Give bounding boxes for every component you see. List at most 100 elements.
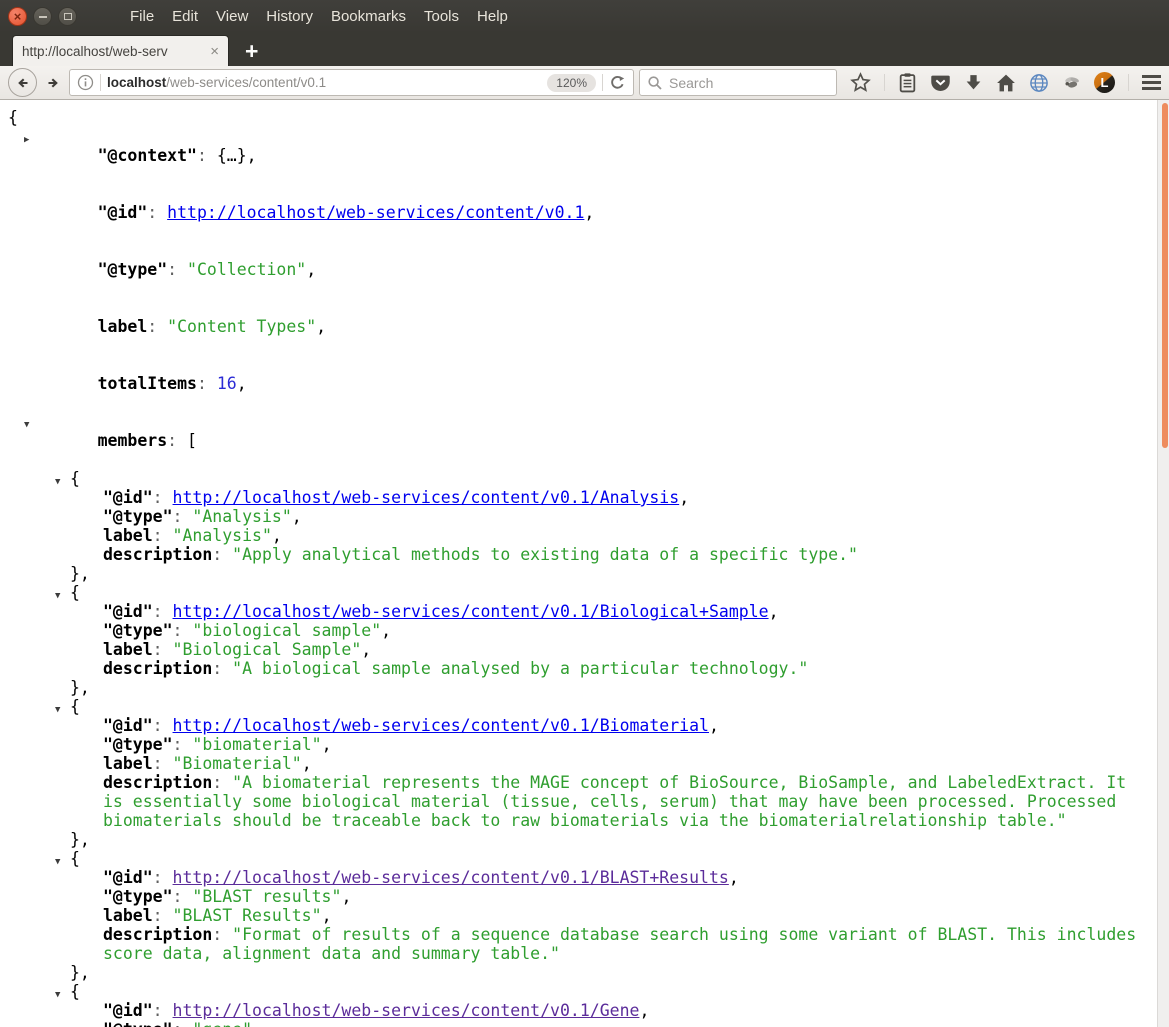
expand-icon[interactable]: ▶ [24,131,29,150]
l-extension-button[interactable]: L [1094,72,1115,93]
member-label-row: label: "Biological Sample", [103,640,372,659]
menu-tools[interactable]: Tools [415,8,468,25]
browser-tab[interactable]: http://localhost/web-serv × [12,35,229,66]
toolbar-separator [884,74,885,91]
member-open-row: ▼{ [8,469,1141,488]
window-maximize-icon [63,13,72,20]
member-close-row: }, [70,564,90,583]
member-label-row: label: "BLAST Results", [103,906,332,925]
json-string: "BLAST results" [192,887,342,906]
menu-help[interactable]: Help [468,8,517,25]
member-close-row: }, [70,963,90,982]
json-key: "@type" [97,260,168,279]
member-id-link[interactable]: http://localhost/web-services/content/v0… [173,1001,640,1020]
member-id-row: "@id": http://localhost/web-services/con… [103,1001,650,1020]
forward-arrow-icon [48,77,58,88]
back-button[interactable] [8,68,37,97]
members-row: ▼ members: [ [8,412,1141,469]
tab-bar: http://localhost/web-serv × + [0,33,1169,66]
member-id-row: "@id": http://localhost/web-services/con… [103,602,779,621]
search-input[interactable] [669,74,799,91]
menu-edit[interactable]: Edit [163,8,207,25]
context-row: ▶ "@context": {…}, [8,127,1141,184]
menu-history[interactable]: History [257,8,322,25]
member-id-link[interactable]: http://localhost/web-services/content/v0… [173,602,769,621]
collapse-icon[interactable]: ▼ [24,416,29,435]
reload-button[interactable] [609,74,626,91]
json-key: "@id" [103,602,153,621]
menu-button[interactable] [1142,73,1161,92]
window-close-icon: × [13,9,22,24]
member-open-row: ▼{ [8,982,1141,1001]
json-key: description [103,545,213,564]
json-string: "A biomaterial represents the MAGE conce… [103,773,1137,830]
menu-bookmarks[interactable]: Bookmarks [322,8,415,25]
json-key: "@type" [103,507,173,526]
pocket-button[interactable] [930,72,951,93]
urlbar-separator-2 [602,74,603,91]
json-key: "@type" [103,1020,173,1027]
member-close-row: }, [70,830,90,849]
window-close-button[interactable]: × [8,7,27,26]
forward-button[interactable] [42,68,64,97]
window-minimize-button[interactable] [33,7,52,26]
json-key: "@id" [103,1001,153,1020]
window-maximize-button[interactable] [58,7,77,26]
json-key: description [103,925,213,944]
collapsed-object[interactable]: {…} [217,146,247,165]
json-key: "@id" [97,203,148,222]
total-items-row: totalItems: 16, [97,374,247,393]
json-string: "Biomaterial" [172,754,302,773]
member-description-row: description: "A biological sample analys… [103,659,809,678]
member-id-link[interactable]: http://localhost/web-services/content/v0… [173,488,680,507]
url-bar[interactable]: localhost/web-services/content/v0.1 120% [69,69,634,96]
page-info-icon[interactable] [77,74,94,91]
member-id-link[interactable]: http://localhost/web-services/content/v0… [173,716,709,735]
member-open-row: ▼{ [8,849,1141,868]
json-string: "biological sample" [192,621,382,640]
member-open-row: ▼{ [8,697,1141,716]
json-string: "Content Types" [167,317,317,336]
home-button[interactable] [996,73,1016,93]
json-key: "@type" [103,887,173,906]
scrollbar-thumb[interactable] [1162,103,1168,448]
globe-extension-button[interactable] [1029,73,1049,93]
json-string: "Biological Sample" [172,640,362,659]
member-type-row: "@type": "Analysis", [103,507,302,526]
menu-view[interactable]: View [207,8,257,25]
l-extension-icon: L [1100,75,1109,90]
bookmarks-list-button[interactable] [898,72,917,93]
json-string: "A biological sample analysed by a parti… [232,659,809,678]
root-label-row: label: "Content Types", [97,317,327,336]
download-button[interactable] [964,73,983,92]
search-icon [648,75,662,90]
json-viewer: { ▶ "@context": {…}, "@id": http://localh… [0,100,1155,1027]
json-key: "@type" [103,621,173,640]
json-key: "@type" [103,735,173,754]
menu-file[interactable]: File [121,8,163,25]
menu-list: File Edit View History Bookmarks Tools H… [121,8,517,25]
search-box[interactable] [639,69,837,96]
member-type-row: "@type": "biological sample", [103,621,392,640]
new-tab-button[interactable]: + [245,40,258,63]
json-string: "Format of results of a sequence databas… [103,925,1147,963]
member-id-link[interactable]: http://localhost/web-services/content/v0… [173,868,729,887]
url-host: localhost [107,75,167,90]
tab-title: http://localhost/web-serv [22,43,168,59]
root-id-link[interactable]: http://localhost/web-services/content/v0… [167,203,584,222]
root-id-row: "@id": http://localhost/web-services/con… [97,203,595,222]
member-id-row: "@id": http://localhost/web-services/con… [103,716,719,735]
json-string: "biomaterial" [192,735,322,754]
json-key: "@id" [103,716,153,735]
fly-extension-button[interactable] [1062,73,1081,92]
tab-close-button[interactable]: × [204,43,219,60]
toolbar-separator-2 [1128,74,1129,91]
scrollbar-track[interactable] [1157,100,1169,1027]
bookmark-star-button[interactable] [850,72,871,93]
zoom-level-badge[interactable]: 120% [547,73,596,92]
json-key: label [103,906,153,925]
url-text[interactable]: localhost/web-services/content/v0.1 [107,75,326,90]
json-number: 16 [216,374,237,393]
json-key: "@context" [97,146,197,165]
json-string: "Collection" [187,260,307,279]
